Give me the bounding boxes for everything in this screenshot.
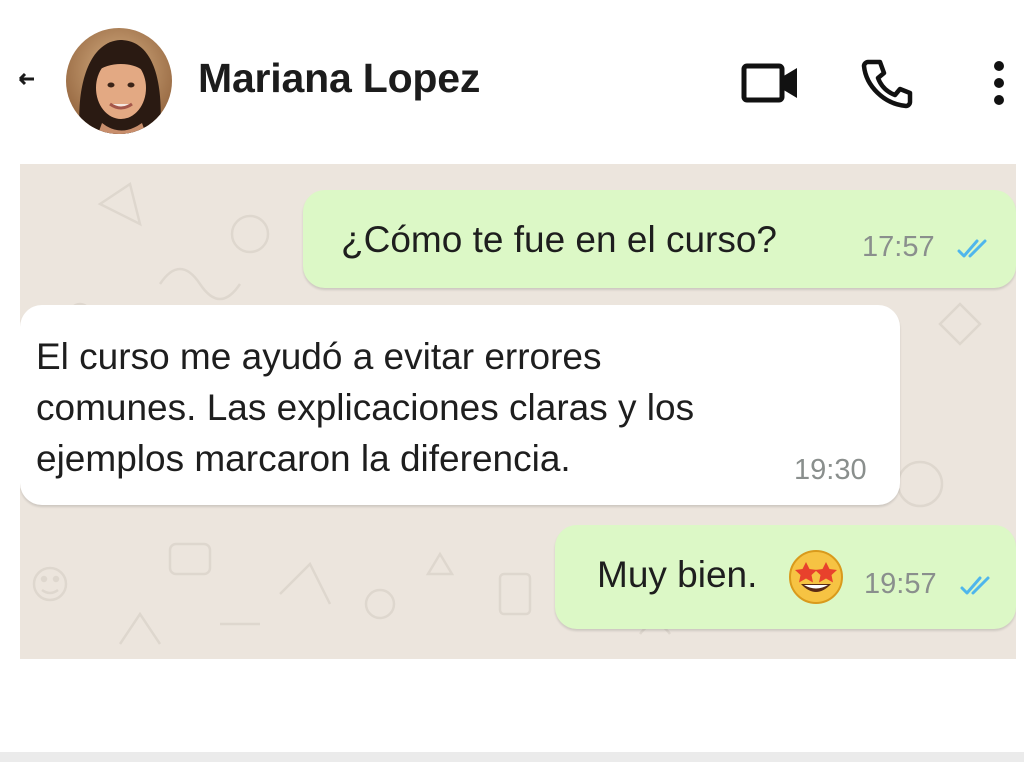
message-bubble-outgoing[interactable]: Muy bien. 19:57 (555, 525, 1016, 629)
bottom-divider (0, 752, 1024, 762)
message-time: 19:57 (864, 568, 937, 600)
star-struck-emoji-icon (789, 550, 843, 604)
read-receipt-icon (960, 576, 990, 595)
message-time: 17:57 (862, 231, 935, 263)
more-vertical-icon[interactable] (982, 56, 1016, 110)
message-text: Muy bien. (597, 554, 758, 595)
chat-area[interactable]: ¿Cómo te fue en el curso? 17:57 El curso… (20, 164, 1016, 659)
contact-name[interactable]: Mariana Lopez (198, 55, 480, 102)
message-text: ¿Cómo te fue en el curso? (341, 219, 777, 260)
chat-header: Mariana Lopez (0, 0, 1024, 160)
video-call-icon[interactable] (741, 60, 801, 106)
avatar[interactable] (66, 28, 172, 134)
message-text: El curso me ayudó a evitar errores comun… (36, 336, 695, 479)
message-bubble-incoming[interactable]: El curso me ayudó a evitar errores comun… (20, 305, 900, 505)
back-arrow-icon[interactable] (14, 62, 48, 96)
message-bubble-outgoing[interactable]: ¿Cómo te fue en el curso? 17:57 (303, 190, 1016, 288)
read-receipt-icon (957, 239, 987, 258)
phone-call-icon[interactable] (860, 56, 914, 110)
message-time: 19:30 (794, 454, 867, 486)
